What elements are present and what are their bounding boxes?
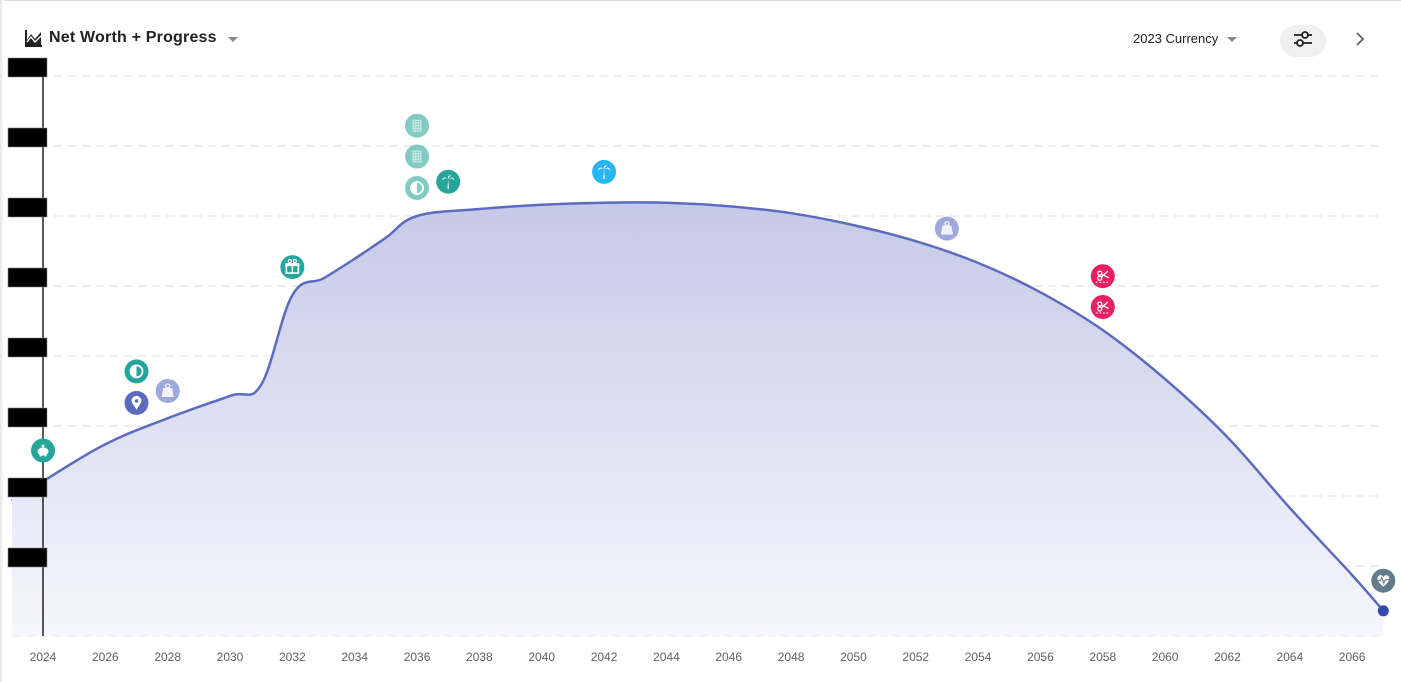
- chart-settings-button[interactable]: [1280, 25, 1326, 57]
- event-marker[interactable]: [592, 159, 617, 184]
- x-tick-label: 2066: [1339, 650, 1366, 664]
- currency-label: 2023 Currency: [1133, 31, 1219, 46]
- x-tick-label: 2040: [528, 650, 555, 664]
- x-tick-labels: 2024 2026 2028 2030 2032 2034 2036 2038 2040 2042…: [30, 650, 1366, 664]
- net-worth-area: [12, 202, 1384, 636]
- line-chart-icon: [25, 29, 43, 47]
- event-marker[interactable]: [280, 255, 305, 280]
- building-icon: [412, 150, 422, 163]
- x-tick-label: 2060: [1152, 650, 1179, 664]
- event-marker[interactable]: [436, 169, 461, 194]
- x-tick-label: 2026: [92, 650, 119, 664]
- area-layer: [11, 201, 1389, 636]
- chart-type-dropdown[interactable]: Net Worth + Progress: [25, 29, 238, 47]
- event-marker[interactable]: [124, 390, 149, 415]
- event-marker[interactable]: [405, 144, 430, 169]
- y-tick-label-redacted: [7, 407, 48, 428]
- event-marker[interactable]: [405, 176, 430, 200]
- y-tick-label-redacted: [7, 477, 48, 498]
- event-marker[interactable]: [31, 438, 55, 463]
- currency-dropdown[interactable]: 2023 Currency: [1133, 31, 1238, 46]
- x-tick-label: 2032: [279, 650, 306, 664]
- chart-header: Net Worth + Progress 2023 Currency: [0, 0, 1401, 78]
- x-tick-label: 2058: [1089, 650, 1116, 664]
- next-button[interactable]: [1348, 29, 1372, 53]
- event-marker[interactable]: [124, 359, 149, 384]
- x-tick-label: 2036: [404, 650, 431, 664]
- sliders-icon: [1293, 30, 1313, 53]
- x-tick-label: 2052: [902, 650, 929, 664]
- x-tick-label: 2050: [840, 650, 867, 664]
- x-tick-label: 2042: [591, 650, 618, 664]
- y-tick-label-redacted: [7, 197, 48, 218]
- event-marker[interactable]: [1090, 295, 1115, 319]
- x-tick-label: 2038: [466, 650, 493, 664]
- net-worth-chart: 2024 2026 2028 2030 2032 2034 2036 2038 2040 2042…: [7, 57, 1396, 664]
- event-marker[interactable]: [1371, 568, 1396, 593]
- event-marker[interactable]: [934, 216, 959, 241]
- chevron-right-icon: [1355, 31, 1365, 51]
- x-tick-label: 2064: [1276, 650, 1303, 664]
- x-tick-label: 2044: [653, 650, 680, 664]
- x-tick-label: 2030: [217, 650, 244, 664]
- chevron-down-icon: [227, 36, 238, 42]
- event-marker[interactable]: [1090, 264, 1115, 289]
- x-tick-label: 2034: [341, 650, 368, 664]
- chevron-down-icon: [1227, 37, 1238, 42]
- x-tick-label: 2024: [30, 650, 57, 664]
- y-tick-label-redacted: [7, 267, 48, 288]
- chart-title: Net Worth + Progress: [49, 29, 217, 46]
- x-tick-label: 2054: [965, 650, 992, 664]
- y-tick-label-redacted: [7, 547, 48, 568]
- y-tick-label-redacted: [7, 127, 48, 148]
- x-tick-label: 2048: [778, 650, 805, 664]
- event-marker[interactable]: [405, 113, 430, 138]
- x-tick-label: 2062: [1214, 650, 1241, 664]
- y-tick-label-redacted: [7, 337, 48, 358]
- x-tick-label: 2046: [715, 650, 742, 664]
- x-tick-label: 2056: [1027, 650, 1054, 664]
- y-tick-labels: [7, 57, 48, 568]
- x-tick-label: 2028: [154, 650, 181, 664]
- building-icon: [412, 119, 422, 132]
- end-point-dot: [1377, 605, 1389, 617]
- event-marker[interactable]: [155, 379, 180, 403]
